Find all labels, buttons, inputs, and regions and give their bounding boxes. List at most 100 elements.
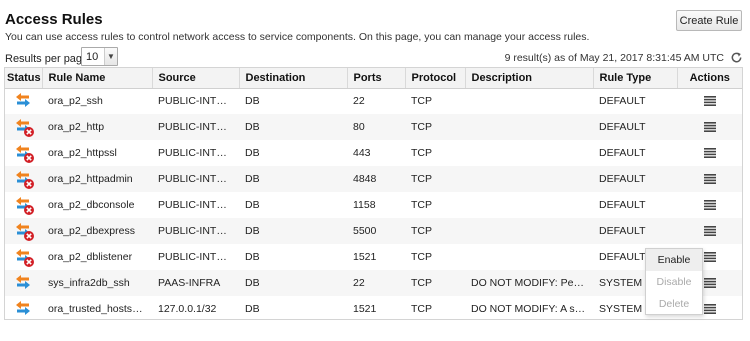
status-cell <box>5 244 42 270</box>
results-per-page-label: Results per page: <box>5 53 92 65</box>
cell-destination: DB <box>245 173 260 185</box>
cell-source: PUBLIC-INTERNET <box>158 147 239 159</box>
access-rules-table: Status Rule Name Source Destination Port… <box>4 67 743 320</box>
header-rule-type[interactable]: Rule Type <box>593 68 678 89</box>
actions-menu-icon[interactable] <box>703 122 716 133</box>
header-description[interactable]: Description <box>465 68 594 89</box>
actions-menu-icon[interactable] <box>703 252 716 263</box>
cell-description <box>465 244 593 270</box>
cell-destination: DB <box>245 303 260 315</box>
cell-destination: DB <box>245 147 260 159</box>
table-row[interactable]: ora_p2_http PUBLIC-INTERNET DB 80 TCP DEFAULT <box>5 114 742 140</box>
table-header-row: Status Rule Name Source Destination Port… <box>5 68 742 89</box>
actions-menu-icon[interactable] <box>703 200 716 211</box>
cell-rule-name: ora_p2_ssh <box>48 95 103 108</box>
cell-ports: 1521 <box>353 303 377 315</box>
actions-cell <box>677 218 742 244</box>
cell-rule-name: ora_p2_http <box>48 121 105 133</box>
cell-rule-type: DEFAULT <box>599 121 646 133</box>
menu-item-enable[interactable]: Enable <box>646 249 702 271</box>
rule-disabled-icon <box>15 197 34 215</box>
refresh-icon[interactable] <box>730 51 743 64</box>
actions-cell <box>677 140 742 166</box>
cell-ports: 22 <box>353 277 365 289</box>
cell-description <box>465 140 593 166</box>
table-row[interactable]: ora_p2_dbconsole PUBLIC-INTERNET DB 1158 TCP… <box>5 192 742 218</box>
actions-menu-icon[interactable] <box>703 96 716 107</box>
cell-rule-name: ora_trusted_hosts_db... <box>48 303 152 315</box>
cell-protocol: TCP <box>411 173 432 185</box>
header-ports[interactable]: Ports <box>347 68 406 89</box>
rule-disabled-icon <box>15 145 34 163</box>
actions-cell <box>677 166 742 192</box>
status-cell <box>5 192 42 218</box>
status-cell <box>5 114 42 140</box>
cell-source: PUBLIC-INTERNET <box>158 225 239 237</box>
page-title: Access Rules <box>5 11 103 28</box>
cell-protocol: TCP <box>411 147 432 159</box>
rule-disabled-icon <box>15 249 34 267</box>
cell-destination: DB <box>245 199 260 211</box>
table-row[interactable]: ora_p2_httpssl PUBLIC-INTERNET DB 443 TCP DEF… <box>5 140 742 166</box>
cell-ports: 5500 <box>353 225 377 237</box>
actions-cell <box>677 192 742 218</box>
cell-protocol: TCP <box>411 251 432 263</box>
cell-source: PUBLIC-INTERNET <box>158 199 239 211</box>
page-subtitle: You can use access rules to control netw… <box>5 31 590 43</box>
table-row[interactable]: sys_infra2db_ssh PAAS-INFRA DB 22 TCP DO NOT … <box>5 270 742 296</box>
cell-ports: 1158 <box>353 199 376 211</box>
actions-cell <box>677 114 742 140</box>
actions-cell <box>677 88 742 114</box>
status-cell <box>5 296 42 322</box>
cell-ports: 1521 <box>353 251 377 263</box>
cell-description <box>465 192 593 218</box>
cell-protocol: TCP <box>411 277 432 289</box>
table-row[interactable]: ora_p2_ssh PUBLIC-INTERNET DB 22 TCP DEFAULT <box>5 88 742 114</box>
status-cell <box>5 140 42 166</box>
results-per-page-select[interactable]: 10 ▼ <box>81 47 118 66</box>
actions-menu-icon[interactable] <box>703 148 716 159</box>
rule-enabled-icon <box>15 301 30 315</box>
cell-source: 127.0.0.1/32 <box>158 303 217 315</box>
table-row[interactable]: ora_trusted_hosts_db... 127.0.0.1/32 DB 152… <box>5 296 742 322</box>
cell-description <box>465 166 593 192</box>
cell-ports: 22 <box>353 95 365 108</box>
status-cell <box>5 166 42 192</box>
cell-rule-name: sys_infra2db_ssh <box>48 277 130 289</box>
cell-rule-name: ora_p2_dblistener <box>48 251 133 263</box>
cell-ports: 443 <box>353 147 371 159</box>
actions-menu-icon[interactable] <box>703 174 716 185</box>
header-actions: Actions <box>677 68 742 89</box>
actions-menu-icon[interactable] <box>703 226 716 237</box>
results-info: 9 result(s) as of May 21, 2017 8:31:45 A… <box>504 52 724 64</box>
cell-protocol: TCP <box>411 225 432 237</box>
cell-protocol: TCP <box>411 121 432 133</box>
status-cell <box>5 88 42 114</box>
create-rule-button[interactable]: Create Rule <box>676 10 742 31</box>
table-row[interactable]: ora_p2_dbexpress PUBLIC-INTERNET DB 5500 TCP… <box>5 218 742 244</box>
header-status[interactable]: Status <box>5 68 43 89</box>
header-protocol[interactable]: Protocol <box>405 68 466 89</box>
status-cell <box>5 218 42 244</box>
cell-destination: DB <box>245 277 260 289</box>
status-cell <box>5 270 42 296</box>
actions-menu-icon[interactable] <box>703 304 716 315</box>
header-rule-name[interactable]: Rule Name <box>42 68 153 89</box>
actions-menu-icon[interactable] <box>703 278 716 289</box>
menu-item-disable: Disable <box>656 276 692 288</box>
rule-disabled-icon <box>15 119 34 137</box>
cell-rule-type: DEFAULT <box>599 173 646 185</box>
cell-rule-type: DEFAULT <box>599 225 646 237</box>
rule-disabled-icon <box>15 171 34 189</box>
chevron-down-icon: ▼ <box>104 48 117 65</box>
cell-rule-type: DEFAULT <box>599 147 646 159</box>
cell-source: PUBLIC-INTERNET <box>158 251 239 263</box>
header-destination[interactable]: Destination <box>239 68 348 89</box>
cell-rule-name: ora_p2_httpssl <box>48 147 117 159</box>
table-row[interactable]: ora_p2_dblistener PUBLIC-INTERNET DB 1521 TC… <box>5 244 742 270</box>
cell-source: PAAS-INFRA <box>158 277 221 289</box>
header-source[interactable]: Source <box>152 68 240 89</box>
cell-ports: 80 <box>353 121 365 133</box>
table-row[interactable]: ora_p2_httpadmin PUBLIC-INTERNET DB 4848 TCP… <box>5 166 742 192</box>
rule-enabled-icon <box>15 93 30 108</box>
